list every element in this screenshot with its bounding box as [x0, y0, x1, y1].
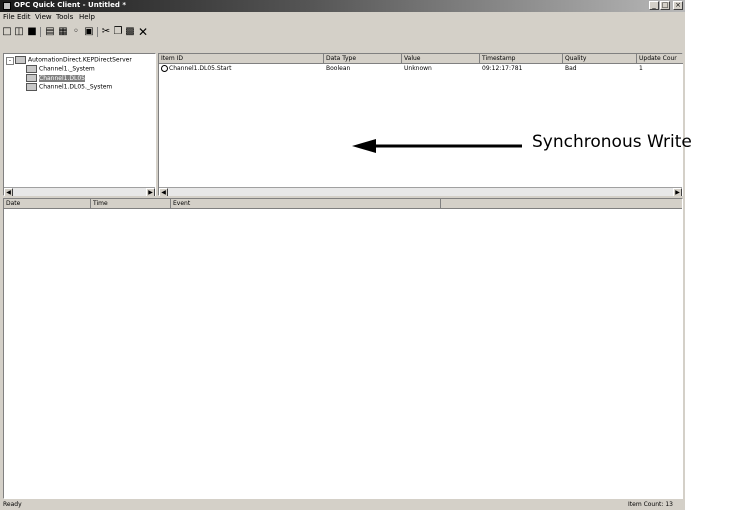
- menu-help[interactable]: Help: [79, 13, 95, 21]
- col-value[interactable]: Value: [402, 54, 480, 64]
- menu-file[interactable]: File: [3, 13, 15, 21]
- menu-edit[interactable]: Edit: [17, 13, 31, 21]
- cut-icon[interactable]: ✂: [100, 26, 112, 38]
- group-icon: [26, 74, 37, 82]
- toolbar-separator: [97, 27, 98, 37]
- col-event[interactable]: Event: [171, 199, 441, 209]
- toolbar: □ ◫ ■ ▤ ▦ ◦ ▣ ✂ ❐ ▩ ✕: [0, 24, 685, 40]
- opc-quick-client-window: OPC Quick Client - Untitled * _ □ × File…: [0, 0, 685, 510]
- quality-cell: Bad: [565, 65, 577, 72]
- server-icon: [15, 56, 26, 64]
- new-server-icon[interactable]: ▤: [44, 26, 56, 38]
- tree-root-label: AutomationDirect.KEPDirectServer: [28, 56, 132, 64]
- tree-horizontal-scrollbar[interactable]: ◀ ▶: [4, 187, 155, 197]
- tree-item-dl05-system[interactable]: Channel1.DL05._System: [26, 83, 112, 91]
- tree-item-label: Channel1.DL05._System: [39, 83, 113, 91]
- col-blank: [441, 199, 682, 209]
- status-text: Ready: [3, 501, 22, 508]
- value-cell: Unknown: [404, 65, 432, 72]
- data-type-cell: Boolean: [326, 65, 351, 72]
- title-bar: OPC Quick Client - Untitled * _ □ ×: [0, 0, 685, 12]
- close-button[interactable]: ×: [673, 1, 683, 10]
- col-time[interactable]: Time: [91, 199, 171, 209]
- col-item-id[interactable]: Item ID: [159, 54, 324, 64]
- group-icon: [26, 83, 37, 91]
- item-count-status: Item Count: 13: [628, 501, 673, 508]
- col-quality[interactable]: Quality: [563, 54, 637, 64]
- app-icon: [3, 2, 11, 10]
- window-title: OPC Quick Client - Untitled *: [14, 1, 127, 9]
- tree-item-label: Channel1._System: [39, 65, 95, 73]
- tag-icon: [161, 65, 168, 72]
- status-bar: Ready Item Count: 13: [0, 500, 685, 510]
- new-item-icon[interactable]: ◦: [70, 26, 82, 38]
- annotation-label: Synchronous Write: [532, 132, 692, 152]
- items-horizontal-scrollbar[interactable]: ◀ ▶: [159, 187, 682, 197]
- minimize-button[interactable]: _: [649, 1, 659, 10]
- table-row[interactable]: Channel1.DL05.Start Boolean Unknown 09:1…: [159, 65, 682, 74]
- col-data-type[interactable]: Data Type: [324, 54, 402, 64]
- save-icon[interactable]: ■: [26, 26, 38, 38]
- col-date[interactable]: Date: [4, 199, 91, 209]
- col-timestamp[interactable]: Timestamp: [480, 54, 563, 64]
- paste-icon[interactable]: ▩: [124, 26, 136, 38]
- menu-view[interactable]: View: [35, 13, 52, 21]
- collapse-icon[interactable]: -: [6, 56, 14, 65]
- server-tree-panel[interactable]: - AutomationDirect.KEPDirectServer Channe…: [3, 53, 156, 197]
- delete-icon[interactable]: ✕: [137, 26, 149, 38]
- group-icon: [26, 65, 37, 73]
- event-log-panel[interactable]: Date Time Event: [3, 198, 683, 499]
- timestamp-cell: 09:12:17:781: [482, 65, 523, 72]
- menu-tools[interactable]: Tools: [56, 13, 73, 21]
- tree-root[interactable]: - AutomationDirect.KEPDirectServer: [6, 56, 132, 65]
- open-icon[interactable]: ◫: [13, 26, 25, 38]
- maximize-button[interactable]: □: [660, 1, 670, 10]
- tree-item-dl05[interactable]: Channel1.DL05: [26, 74, 85, 82]
- properties-icon[interactable]: ▣: [83, 26, 95, 38]
- toolbar-separator: [40, 27, 41, 37]
- tree-item-system[interactable]: Channel1._System: [26, 65, 95, 73]
- tree-item-label: Channel1.DL05: [39, 74, 85, 82]
- annotation-arrow-icon: [352, 139, 522, 153]
- update-count-cell: 1: [639, 65, 643, 72]
- new-icon[interactable]: □: [1, 26, 13, 38]
- copy-icon[interactable]: ❐: [112, 26, 124, 38]
- items-table-panel[interactable]: Item ID Data Type Value Timestamp Qualit…: [158, 53, 683, 197]
- col-update-count[interactable]: Update Cour: [637, 54, 683, 64]
- menu-bar: File Edit View Tools Help: [0, 12, 685, 24]
- new-group-icon[interactable]: ▦: [57, 26, 69, 38]
- item-id-cell: Channel1.DL05.Start: [161, 65, 232, 72]
